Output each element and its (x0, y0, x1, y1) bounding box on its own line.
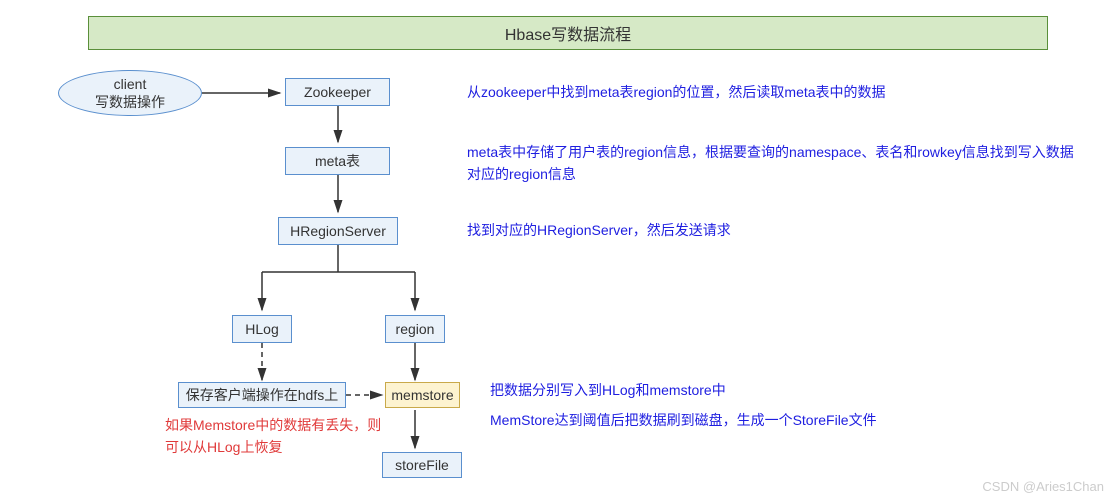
hlog-node: HLog (232, 315, 292, 343)
title-bar: Hbase写数据流程 (88, 16, 1048, 50)
hlog-label: HLog (245, 321, 278, 338)
zookeeper-node: Zookeeper (285, 78, 390, 106)
memstore-desc2: MemStore达到阈值后把数据刷到磁盘，生成一个StoreFile文件 (490, 410, 1090, 432)
memstore-label: memstore (391, 387, 453, 404)
client-node: client 写数据操作 (58, 70, 202, 116)
hlog-red-note: 如果Memstore中的数据有丢失，则可以从HLog上恢复 (165, 415, 385, 458)
hregionserver-node: HRegionServer (278, 217, 398, 245)
memstore-node: memstore (385, 382, 460, 408)
client-line1: client (114, 75, 147, 93)
hdfs-save-node: 保存客户端操作在hdfs上 (178, 382, 346, 408)
hregionserver-label: HRegionServer (290, 223, 386, 240)
storefile-label: storeFile (395, 457, 449, 474)
memstore-desc1: 把数据分别写入到HLog和memstore中 (490, 380, 1090, 402)
title-text: Hbase写数据流程 (505, 21, 631, 45)
meta-label: meta表 (315, 153, 360, 170)
region-node: region (385, 315, 445, 343)
zookeeper-label: Zookeeper (304, 84, 371, 101)
storefile-node: storeFile (382, 452, 462, 478)
zookeeper-desc: 从zookeeper中找到meta表region的位置，然后读取meta表中的数… (467, 82, 1087, 104)
hregion-desc: 找到对应的HRegionServer，然后发送请求 (467, 220, 1087, 242)
watermark: CSDN @Aries1Chan (982, 479, 1104, 494)
meta-desc: meta表中存储了用户表的region信息，根据要查询的namespace、表名… (467, 142, 1087, 185)
meta-node: meta表 (285, 147, 390, 175)
region-label: region (396, 321, 435, 338)
client-line2: 写数据操作 (95, 93, 165, 111)
hdfs-save-label: 保存客户端操作在hdfs上 (186, 387, 338, 404)
